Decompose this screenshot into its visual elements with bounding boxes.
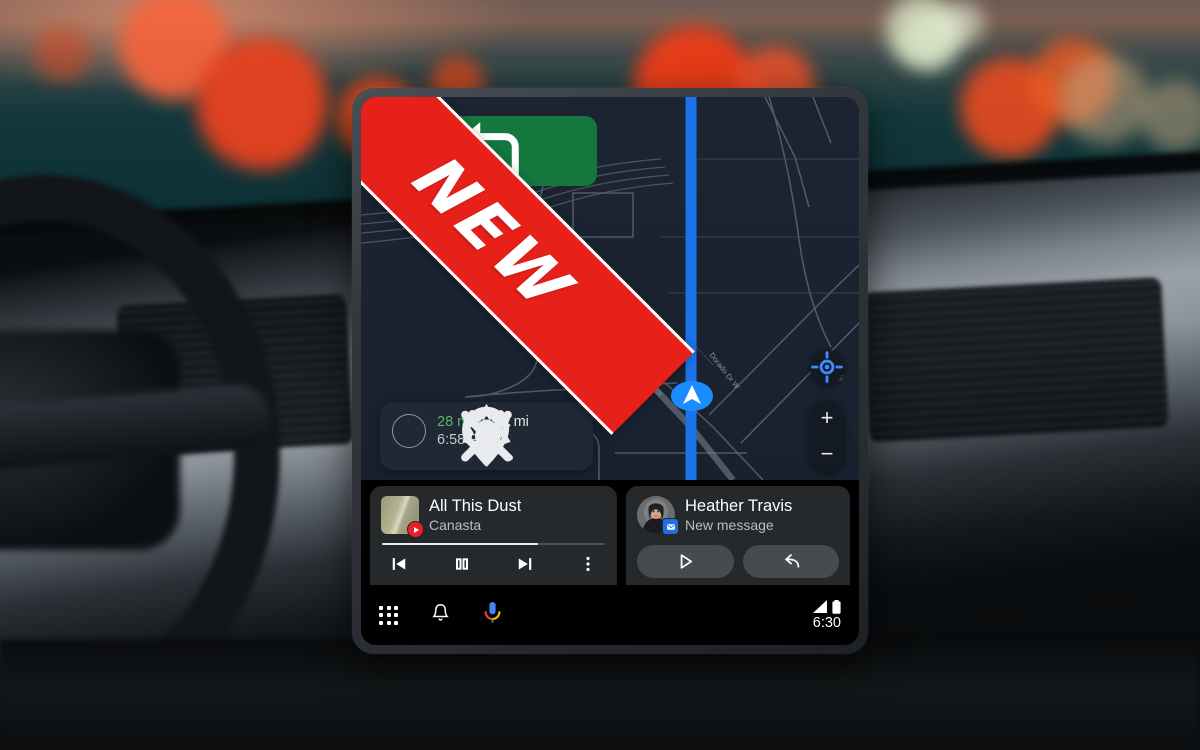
pause-button[interactable]: [452, 554, 472, 574]
next-track-button[interactable]: [515, 554, 535, 574]
message-header: Heather Travis New message: [637, 496, 839, 535]
play-message-button[interactable]: [637, 545, 734, 578]
message-sender: Heather Travis: [685, 497, 793, 516]
battery-icon: [832, 599, 841, 614]
media-card[interactable]: All This Dust Canasta: [370, 486, 617, 596]
album-art: [381, 496, 424, 538]
app-grid-icon[interactable]: [379, 605, 398, 625]
recenter-icon: [811, 351, 843, 383]
bokeh-light: [34, 26, 90, 82]
previous-track-button[interactable]: [389, 554, 409, 574]
message-card[interactable]: Heather Travis New message: [626, 486, 850, 596]
status-bar-right: 6:30: [812, 599, 841, 631]
bokeh-light: [1060, 55, 1150, 145]
zoom-in-button[interactable]: +: [821, 407, 834, 429]
bokeh-light: [940, 2, 984, 46]
status-bar-left: [379, 601, 502, 629]
message-metadata: Heather Travis New message: [685, 496, 792, 533]
media-progress-bar[interactable]: [382, 543, 605, 545]
head-unit-bezel: Dorado Dr W Dorado 2 mi 101 N C: [352, 88, 868, 654]
eta-action-row: [392, 403, 581, 467]
avatar: [637, 496, 679, 535]
media-controls: [381, 545, 606, 574]
messages-badge-icon: [662, 518, 679, 535]
status-indicators: [812, 599, 841, 614]
android-auto-screen: Dorado Dr W Dorado 2 mi 101 N C: [361, 97, 859, 645]
bell-icon[interactable]: [430, 602, 451, 628]
bokeh-light: [196, 38, 328, 170]
media-metadata: All This Dust Canasta: [429, 496, 521, 533]
signal-bars-icon: [813, 599, 827, 613]
media-header: All This Dust Canasta: [381, 496, 606, 538]
air-vent-right: [861, 277, 1169, 443]
current-position-marker: [671, 381, 713, 411]
reply-message-button[interactable]: [742, 545, 839, 578]
zoom-controls: + −: [810, 400, 844, 472]
status-bar: 6:30: [361, 585, 859, 645]
eta-panel: 28 min · 19 mi 6:58 PM: [380, 401, 593, 470]
reply-icon: [785, 554, 800, 568]
media-progress-fill: [382, 543, 539, 545]
message-status: New message: [685, 516, 774, 533]
play-icon: [680, 554, 692, 569]
zoom-out-button[interactable]: −: [821, 443, 834, 465]
youtube-music-badge-icon: [407, 521, 424, 538]
cards-row: All This Dust Canasta Heather Travis New…: [361, 486, 859, 596]
media-overflow-button[interactable]: [578, 554, 598, 574]
google-assistant-mic-icon[interactable]: [483, 601, 502, 629]
message-actions: [637, 545, 839, 578]
track-artist: Canasta: [429, 516, 482, 533]
clock: 6:30: [812, 614, 841, 631]
track-title: All This Dust: [429, 497, 522, 516]
center-console: [0, 640, 1200, 750]
map-view[interactable]: Dorado Dr W Dorado 2 mi 101 N C: [361, 97, 859, 480]
recenter-map-button[interactable]: [810, 350, 844, 384]
